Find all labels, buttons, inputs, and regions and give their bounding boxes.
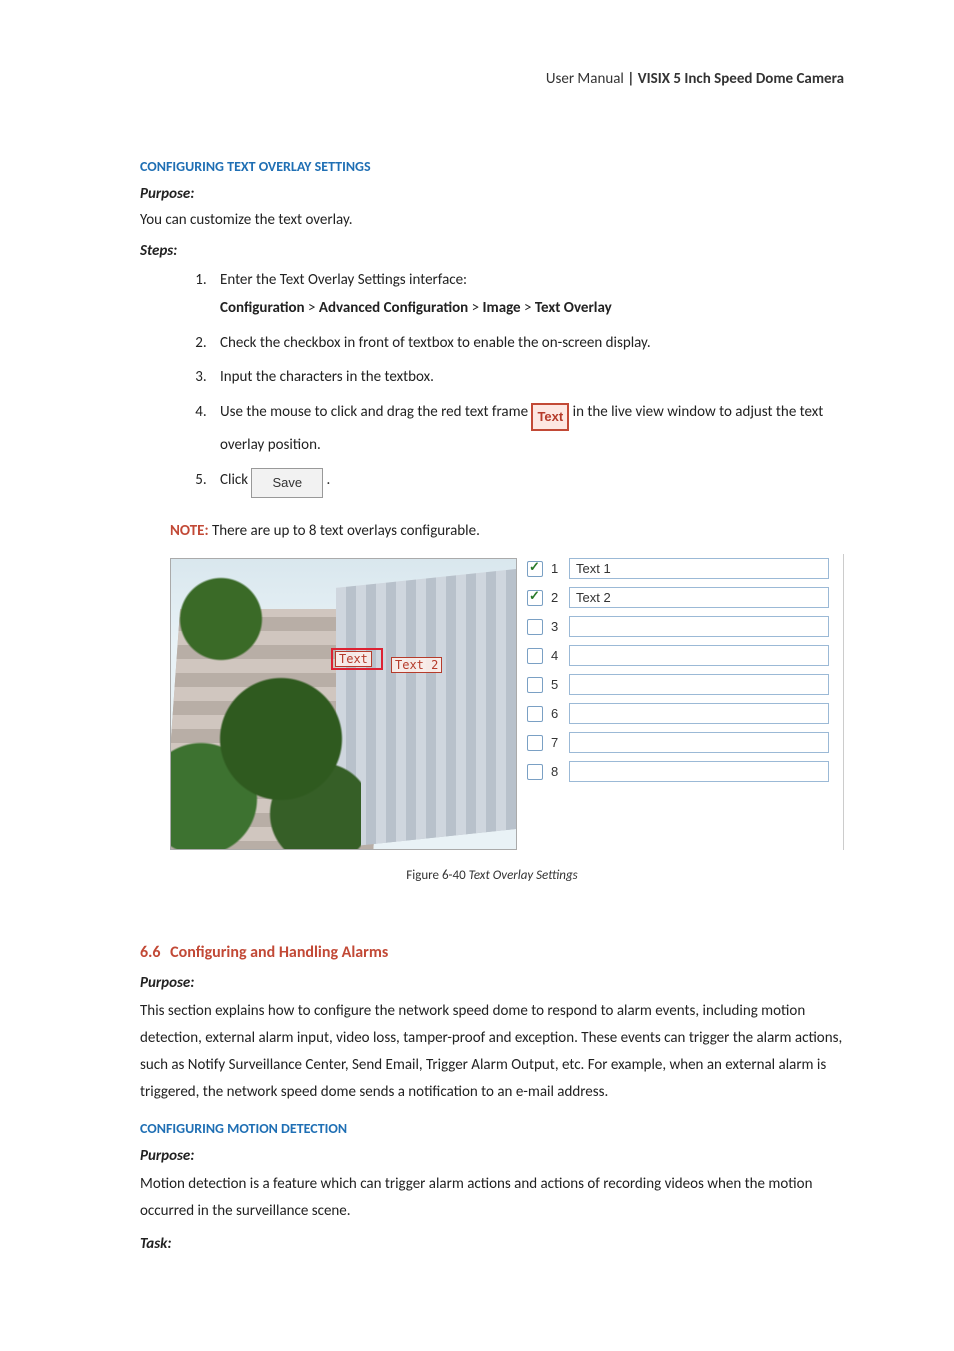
overlay-num-5: 5 [551, 677, 561, 692]
section-title: Configuring and Handling Alarms [170, 943, 388, 962]
step-1: Enter the Text Overlay Settings interfac… [210, 266, 844, 323]
task-label: Task: [140, 1235, 844, 1253]
overlay-num-8: 8 [551, 764, 561, 779]
overlay-input-7[interactable] [569, 732, 829, 753]
overlay-row-3: 3 [527, 616, 829, 637]
overlay-num-3: 3 [551, 619, 561, 634]
overlay-checkbox-1[interactable] [527, 561, 543, 577]
steps-label: Steps: [140, 242, 844, 260]
purpose-label: Purpose: [140, 185, 844, 203]
overlay-row-6: 6 [527, 703, 829, 724]
overlay-checkbox-6[interactable] [527, 706, 543, 722]
overlay-row-2: 2 Text 2 [527, 587, 829, 608]
figure-caption-b: Text Overlay Settings [469, 868, 578, 883]
overlay-text-2[interactable]: Text 2 [391, 657, 442, 673]
note-text: There are up to 8 text overlays configur… [209, 522, 480, 540]
text-frame-icon: Text [531, 403, 569, 432]
purpose-label-3: Purpose: [140, 1147, 844, 1165]
overlay-row-7: 7 [527, 732, 829, 753]
heading-motion-detection: CONFIGURING MOTION DETECTION [140, 1120, 844, 1137]
overlay-input-4[interactable] [569, 645, 829, 666]
purpose-text: You can customize the text overlay. [140, 209, 844, 232]
step-1-text: Enter the Text Overlay Settings interfac… [220, 271, 467, 289]
overlay-num-6: 6 [551, 706, 561, 721]
purpose-label-2: Purpose: [140, 974, 844, 992]
figure-caption: Figure 6-40 Text Overlay Settings [140, 868, 844, 883]
step-5a: Click [220, 471, 251, 489]
step-5: Click Save . [210, 466, 844, 499]
step-4: Use the mouse to click and drag the red … [210, 398, 844, 460]
overlay-checkbox-4[interactable] [527, 648, 543, 664]
overlay-checkbox-2[interactable] [527, 590, 543, 606]
figure-caption-a: Figure 6-40 [406, 868, 468, 883]
page-header: User Manual | VISIX 5 Inch Speed Dome Ca… [140, 70, 844, 88]
overlay-input-8[interactable] [569, 761, 829, 782]
steps-list: Enter the Text Overlay Settings interfac… [140, 266, 844, 499]
overlay-checkbox-3[interactable] [527, 619, 543, 635]
header-left: User Manual [546, 70, 624, 88]
overlay-input-5[interactable] [569, 674, 829, 695]
overlay-num-7: 7 [551, 735, 561, 750]
overlay-row-5: 5 [527, 674, 829, 695]
live-view-trees [170, 559, 361, 850]
overlay-input-6[interactable] [569, 703, 829, 724]
overlay-input-1[interactable]: Text 1 [569, 558, 829, 579]
overlay-checkbox-8[interactable] [527, 764, 543, 780]
header-right: VISIX 5 Inch Speed Dome Camera [638, 70, 844, 88]
overlay-checkbox-7[interactable] [527, 735, 543, 751]
step-3: Input the characters in the textbox. [210, 363, 844, 392]
overlay-num-4: 4 [551, 648, 561, 663]
heading-text-overlay: CONFIGURING TEXT OVERLAY SETTINGS [140, 158, 844, 175]
overlay-input-3[interactable] [569, 616, 829, 637]
overlay-row-1: 1 Text 1 [527, 558, 829, 579]
overlay-checkbox-5[interactable] [527, 677, 543, 693]
live-view-building-right [336, 569, 516, 848]
step-4a: Use the mouse to click and drag the red … [220, 403, 531, 421]
live-view-window[interactable]: Text Text 2 [170, 558, 517, 850]
section-body: This section explains how to configure t… [140, 998, 844, 1106]
overlay-row-8: 8 [527, 761, 829, 782]
path-configuration: Configuration [220, 299, 305, 317]
step-5b: . [326, 471, 330, 489]
path-advanced: Advanced Configuration [319, 299, 468, 317]
save-button[interactable]: Save [251, 468, 323, 499]
path-image: Image [483, 299, 521, 317]
path-textoverlay: Text Overlay [535, 299, 612, 317]
step-2: Check the checkbox in front of textbox t… [210, 329, 844, 358]
note-label: NOTE: [170, 522, 209, 540]
note-line: NOTE: There are up to 8 text overlays co… [170, 522, 844, 540]
overlay-row-4: 4 [527, 645, 829, 666]
overlay-text-1[interactable]: Text [335, 651, 372, 667]
overlay-list: 1 Text 1 2 Text 2 3 4 5 [527, 558, 829, 850]
overlay-num-2: 2 [551, 590, 561, 605]
motion-body: Motion detection is a feature which can … [140, 1171, 844, 1225]
section-6-6: 6.6 Configuring and Handling Alarms [140, 943, 844, 962]
header-sep: | [624, 70, 638, 88]
section-num: 6.6 [140, 943, 161, 962]
figure-text-overlay-settings: Text Text 2 1 Text 1 2 Text 2 3 4 [170, 554, 844, 850]
overlay-num-1: 1 [551, 561, 561, 576]
overlay-input-2[interactable]: Text 2 [569, 587, 829, 608]
